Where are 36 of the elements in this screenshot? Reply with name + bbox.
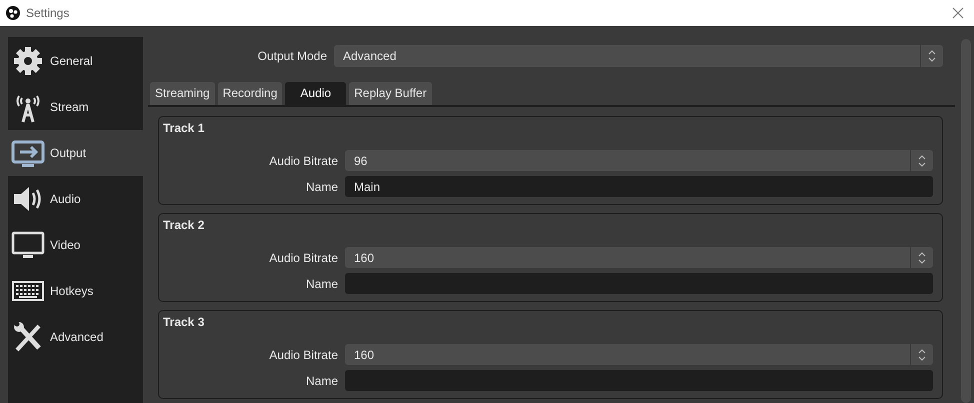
bitrate-dropdown[interactable]: 160	[345, 247, 933, 268]
field-label: Name	[304, 180, 338, 194]
output-mode-dropdown[interactable]: Advanced	[334, 45, 943, 67]
field-label: Audio Bitrate	[268, 348, 338, 362]
tab[interactable]: Streaming	[150, 82, 215, 105]
bitrate-dropdown[interactable]: 96	[345, 150, 933, 171]
tab[interactable]: Recording	[218, 82, 282, 105]
spinner-icon[interactable]	[918, 252, 926, 264]
sidebar-item[interactable]: General	[8, 38, 143, 84]
name-field[interactable]	[345, 273, 933, 294]
spinner-icon[interactable]	[918, 348, 926, 360]
sidebar-item[interactable]: Advanced	[8, 314, 143, 360]
name-field[interactable]: Main	[345, 176, 933, 197]
sidebar-item[interactable]: Stream	[8, 84, 143, 130]
sidebar-item[interactable]: Audio	[8, 176, 143, 222]
gear-icon	[11, 44, 45, 78]
field-label: Name	[304, 276, 338, 290]
sidebar-item[interactable]: Video	[8, 222, 143, 268]
spinner-icon[interactable]	[918, 154, 926, 166]
sidebar-item[interactable]: Hotkeys	[8, 268, 143, 314]
field-label: Name	[304, 374, 338, 388]
field-label: Output Mode	[256, 49, 327, 63]
field-label: Audio Bitrate	[268, 154, 338, 168]
app-logo-icon	[6, 6, 20, 20]
spinner-icon[interactable]	[928, 50, 936, 62]
group-title: Track 3	[163, 314, 206, 330]
group-title: Track 2	[163, 217, 206, 233]
window-title: Settings	[26, 6, 70, 20]
name-field[interactable]	[345, 370, 933, 391]
sidebar-item[interactable]: Output	[8, 130, 143, 176]
field-label: Audio Bitrate	[268, 250, 338, 264]
group-title: Track 1	[163, 120, 206, 136]
close-icon[interactable]	[952, 7, 964, 19]
bitrate-dropdown[interactable]: 160	[345, 344, 933, 365]
tab[interactable]: Audio	[285, 82, 346, 105]
tab[interactable]: Replay Buffer	[349, 82, 432, 105]
